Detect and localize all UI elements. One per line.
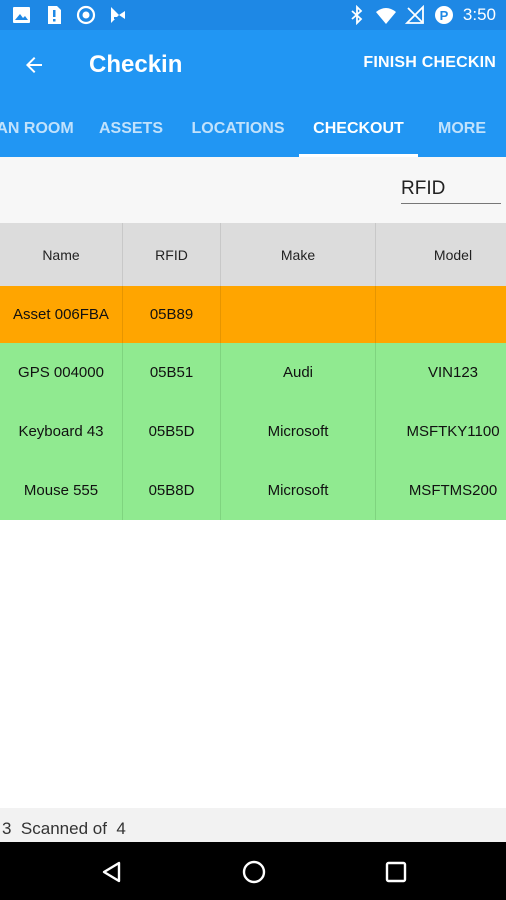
cell-model: MSFTKY1100 bbox=[406, 423, 500, 440]
total-count: 4 bbox=[116, 819, 126, 838]
cell-make: Microsoft bbox=[221, 461, 376, 520]
scan-summary-footer: 3 Scanned of 4 bbox=[0, 808, 506, 842]
asset-table: Name RFID Make Model Asset 006FBA 05B89 … bbox=[0, 223, 506, 520]
cell-name: GPS 004000 bbox=[0, 343, 123, 402]
table-row[interactable]: Asset 006FBA 05B89 bbox=[0, 286, 506, 343]
rfid-search-input[interactable] bbox=[401, 174, 501, 204]
tab-checkout[interactable]: CHECKOUT bbox=[299, 100, 418, 157]
app-bar: Checkin FINISH CHECKIN bbox=[0, 30, 506, 100]
cell-make bbox=[221, 286, 376, 343]
nav-recents-button[interactable] bbox=[380, 856, 412, 888]
nav-home-button[interactable] bbox=[238, 856, 270, 888]
cell-model: VIN123 bbox=[427, 364, 479, 381]
tab-bar: AN ROOM ASSETS LOCATIONS CHECKOUT MORE bbox=[0, 100, 506, 157]
back-triangle-icon bbox=[102, 861, 121, 883]
wifi-icon bbox=[375, 8, 396, 24]
svg-text:P: P bbox=[440, 8, 449, 23]
system-nav-bar bbox=[0, 842, 506, 900]
bluetooth-icon bbox=[351, 5, 363, 25]
sim-card-alert-icon bbox=[48, 6, 61, 24]
cell-make: Microsoft bbox=[221, 402, 376, 461]
status-time: 3:50 bbox=[462, 5, 496, 24]
filter-area bbox=[0, 157, 506, 223]
status-right-icons: P 3:50 bbox=[347, 4, 496, 26]
scan-count-text: 3 Scanned of 4 bbox=[2, 819, 126, 839]
table-header-row: Name RFID Make Model bbox=[0, 223, 506, 286]
table-row[interactable]: GPS 004000 05B51 Audi VIN123 bbox=[0, 343, 506, 402]
data-saver-icon: P bbox=[434, 6, 453, 24]
cell-rfid: 05B5D bbox=[123, 402, 221, 461]
scanned-label: Scanned of bbox=[20, 819, 107, 838]
image-icon bbox=[13, 7, 30, 23]
column-header-name[interactable]: Name bbox=[0, 223, 123, 286]
page-title: Checkin bbox=[89, 51, 183, 78]
status-left-icons bbox=[12, 5, 128, 25]
cell-make: Audi bbox=[221, 343, 376, 402]
tab-clean-room[interactable]: AN ROOM bbox=[0, 100, 80, 157]
nav-back-button[interactable] bbox=[96, 856, 128, 888]
tab-assets[interactable]: ASSETS bbox=[82, 100, 180, 157]
cell-name: Keyboard 43 bbox=[0, 402, 123, 461]
status-bar: P 3:50 bbox=[0, 0, 506, 30]
tab-locations[interactable]: LOCATIONS bbox=[182, 100, 294, 157]
arrow-back-icon bbox=[26, 57, 42, 73]
cell-rfid: 05B51 bbox=[123, 343, 221, 402]
table-row[interactable]: Mouse 555 05B8D Microsoft MSFTMS200 bbox=[0, 461, 506, 520]
tab-more[interactable]: MORE bbox=[420, 100, 504, 157]
back-button[interactable] bbox=[14, 45, 54, 85]
home-circle-icon bbox=[242, 860, 266, 884]
record-icon bbox=[76, 5, 96, 25]
scanned-count: 3 bbox=[2, 819, 12, 838]
cell-model: MSFTMS200 bbox=[408, 482, 498, 499]
recents-square-icon bbox=[385, 861, 407, 883]
finish-checkin-button[interactable]: FINISH CHECKIN bbox=[363, 54, 496, 72]
cell-model bbox=[376, 286, 506, 343]
table-row[interactable]: Keyboard 43 05B5D Microsoft MSFTKY1100 bbox=[0, 402, 506, 461]
cell-name: Mouse 555 bbox=[0, 461, 123, 520]
no-signal-icon bbox=[404, 5, 424, 24]
play-store-icon bbox=[111, 7, 125, 23]
cell-rfid: 05B89 bbox=[123, 286, 221, 343]
column-header-model[interactable]: Model bbox=[376, 223, 506, 286]
column-header-make[interactable]: Make bbox=[221, 223, 376, 286]
column-header-rfid[interactable]: RFID bbox=[123, 223, 221, 286]
cell-name: Asset 006FBA bbox=[0, 286, 123, 343]
cell-rfid: 05B8D bbox=[123, 461, 221, 520]
